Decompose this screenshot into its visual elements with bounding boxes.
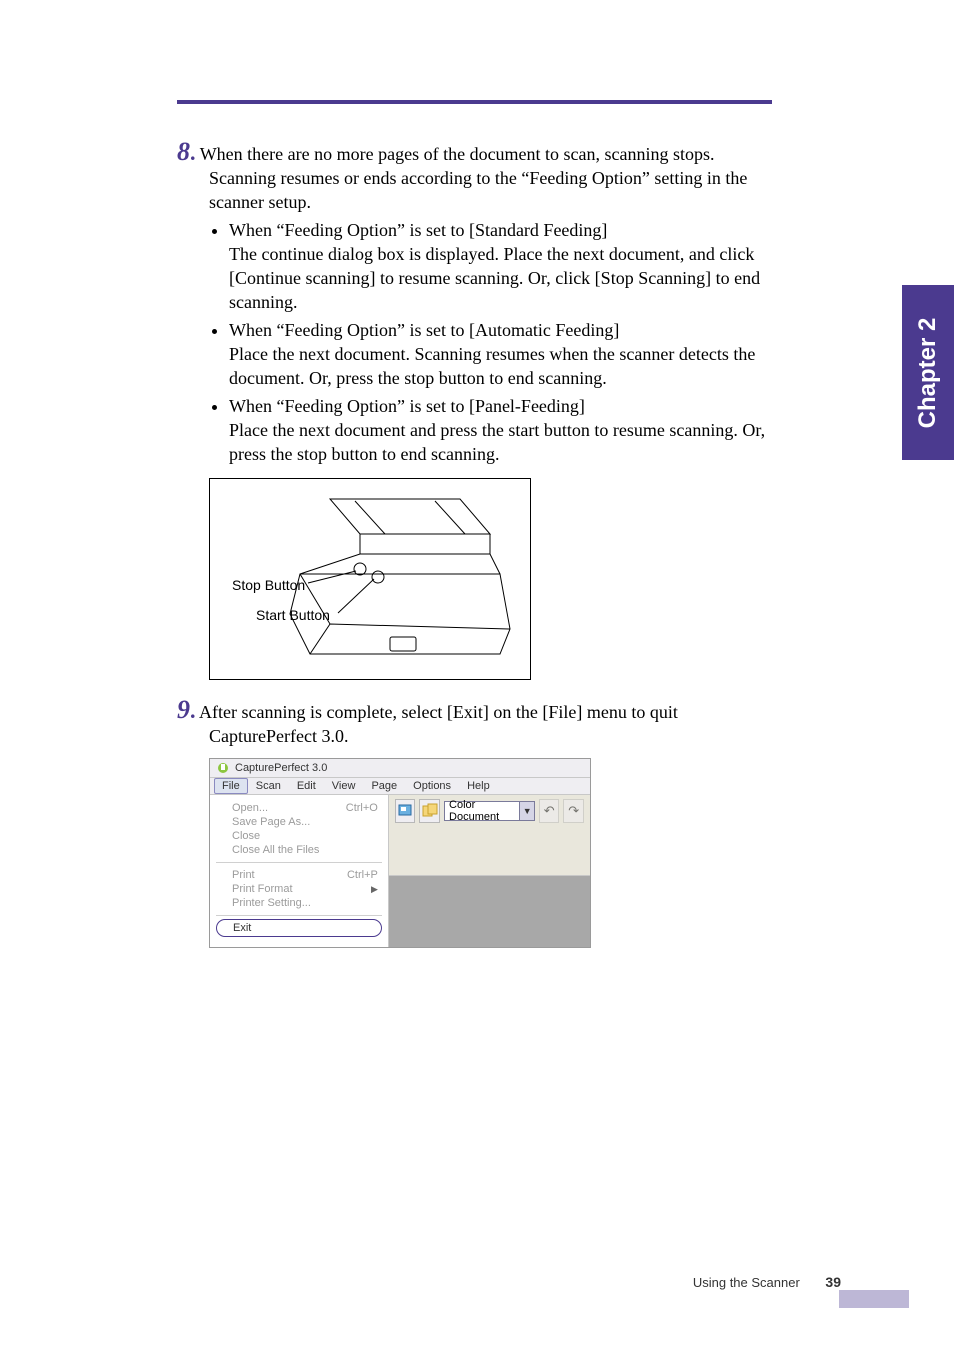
toolbar-scan-icon[interactable] [395, 799, 416, 823]
header-rule [177, 100, 772, 104]
step-number: 9 [177, 695, 190, 724]
submenu-arrow-icon: ▶ [371, 884, 378, 895]
step-number: 8 [177, 137, 190, 166]
menu-open-shortcut: Ctrl+O [346, 802, 378, 814]
label-start-button: Start Button [256, 607, 330, 623]
menu-edit[interactable]: Edit [289, 778, 324, 794]
menu-close-all-label: Close All the Files [232, 844, 319, 856]
menu-close-all[interactable]: Close All the Files [210, 843, 388, 857]
step-8: 8. When there are no more pages of the d… [177, 140, 777, 680]
menu-options[interactable]: Options [405, 778, 459, 794]
dropdown-separator [216, 862, 382, 863]
app-toolbar: Color Document ▼ ↶ ↷ [389, 795, 590, 876]
menu-close[interactable]: Close [210, 829, 388, 843]
menu-help[interactable]: Help [459, 778, 498, 794]
dropdown-group-2: Print Ctrl+P Print Format ▶ Printer Sett… [210, 866, 388, 912]
menu-view[interactable]: View [324, 778, 364, 794]
scanner-figure: Stop Button Start Button [209, 478, 531, 680]
menu-exit[interactable]: Exit [217, 921, 381, 935]
toolbar-batch-icon[interactable] [419, 799, 440, 823]
app-right: Color Document ▼ ↶ ↷ [389, 795, 590, 947]
chapter-tab: Chapter 2 [902, 285, 954, 460]
bullet-panel-feeding: When “Feeding Option” is set to [Panel-F… [229, 394, 777, 466]
menu-print[interactable]: Print Ctrl+P [210, 868, 388, 882]
step-9: 9. After scanning is complete, select [E… [177, 698, 777, 948]
bullet-standard-feeding: When “Feeding Option” is set to [Standar… [229, 218, 777, 314]
step-8-bullets: When “Feeding Option” is set to [Standar… [229, 218, 777, 466]
dropdown-group-1: Open... Ctrl+O Save Page As... Close [210, 799, 388, 859]
menu-exit-label: Exit [233, 922, 251, 934]
footer-accent [839, 1290, 909, 1308]
step-8-body: Scanning resumes or ends according to th… [209, 166, 777, 466]
step-dot: . [190, 140, 196, 165]
menu-print-format-label: Print Format [232, 883, 293, 895]
chapter-tab-label: Chapter 2 [914, 317, 942, 428]
menu-save-page-as[interactable]: Save Page As... [210, 815, 388, 829]
bullet-automatic-feeding: When “Feeding Option” is set to [Automat… [229, 318, 777, 390]
toolbar-rotate-right-icon[interactable]: ↷ [563, 799, 584, 823]
menu-print-label: Print [232, 869, 255, 881]
menu-save-page-as-label: Save Page As... [232, 816, 310, 828]
page-footer: Using the Scanner 39 [177, 1274, 841, 1290]
step-9-body: CapturePerfect 3.0. [209, 724, 777, 748]
app-canvas [389, 876, 590, 948]
step-9-head: 9. After scanning is complete, select [E… [177, 698, 777, 724]
app-menubar[interactable]: File Scan Edit View Page Options Help [210, 778, 590, 795]
label-stop-button: Stop Button [232, 577, 305, 593]
app-screenshot: CapturePerfect 3.0 File Scan Edit View P… [209, 758, 591, 948]
page-content: 8. When there are no more pages of the d… [177, 140, 777, 958]
step-9-lead: After scanning is complete, select [Exit… [199, 702, 678, 722]
menu-printer-setting-label: Printer Setting... [232, 897, 311, 909]
app-titlebar: CapturePerfect 3.0 [210, 759, 590, 778]
toolbar-rotate-left-icon[interactable]: ↶ [539, 799, 560, 823]
app-title: CapturePerfect 3.0 [235, 762, 327, 774]
menu-page[interactable]: Page [363, 778, 405, 794]
menu-print-format[interactable]: Print Format ▶ [210, 882, 388, 896]
footer-page-number: 39 [825, 1274, 841, 1290]
toolbar-mode-value: Color Document [449, 799, 515, 823]
footer-section: Using the Scanner [693, 1275, 800, 1290]
menu-print-shortcut: Ctrl+P [347, 869, 378, 881]
menu-file[interactable]: File [214, 778, 248, 794]
step-8-head: 8. When there are no more pages of the d… [177, 140, 777, 166]
menu-scan[interactable]: Scan [248, 778, 289, 794]
dropdown-arrow-icon[interactable]: ▼ [519, 802, 533, 820]
app-body: Open... Ctrl+O Save Page As... Close [210, 795, 590, 947]
step-8-lead: When there are no more pages of the docu… [200, 144, 715, 164]
toolbar-mode-select[interactable]: Color Document ▼ [444, 801, 535, 821]
menu-printer-setting[interactable]: Printer Setting... [210, 896, 388, 910]
menu-close-label: Close [232, 830, 260, 842]
menu-open-label: Open... [232, 802, 268, 814]
menu-exit-highlight: Exit [216, 919, 382, 937]
app-icon [216, 761, 230, 775]
dropdown-separator [216, 915, 382, 916]
step-dot: . [190, 698, 196, 723]
menu-open[interactable]: Open... Ctrl+O [210, 801, 388, 815]
file-dropdown[interactable]: Open... Ctrl+O Save Page As... Close [210, 795, 389, 947]
